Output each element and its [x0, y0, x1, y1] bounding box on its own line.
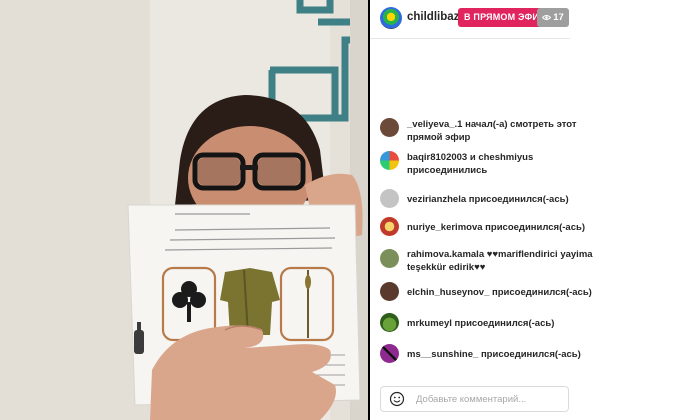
user-avatar[interactable]	[380, 282, 399, 301]
video-frame	[0, 0, 370, 420]
feed-message: присоединился(-ась)	[492, 287, 592, 298]
feed-message: присоединился(-ась)	[468, 194, 569, 205]
feed-message: присоединился(-ась)	[454, 318, 555, 329]
feed-username[interactable]: nuriye_kerimova	[407, 222, 483, 233]
live-header: childlibaze... В ПРЯМОМ ЭФИРЕ 17	[370, 0, 570, 39]
user-avatar[interactable]	[380, 151, 399, 170]
live-video-stream[interactable]	[0, 0, 370, 420]
viewer-count: 17	[553, 12, 564, 23]
viewer-count-badge[interactable]: 17	[537, 8, 569, 27]
user-avatar[interactable]	[380, 344, 399, 363]
feed-username[interactable]: ms__sunshine_	[407, 349, 478, 360]
user-avatar[interactable]	[380, 313, 399, 332]
feed-username[interactable]: rahimova.kamala	[407, 249, 484, 260]
broadcaster-avatar[interactable]	[380, 7, 402, 29]
feed-username[interactable]: _veliyeva_.1	[407, 119, 462, 130]
feed-username[interactable]: mrkumeyl	[407, 318, 452, 329]
feed-message: присоединился(-ась)	[485, 222, 585, 233]
feed-message: присоединился(-ась)	[480, 349, 581, 360]
user-avatar[interactable]	[380, 217, 399, 236]
eye-icon	[541, 14, 552, 20]
comment-input[interactable]	[414, 387, 566, 411]
user-avatar[interactable]	[380, 249, 399, 268]
feed-username[interactable]: vezirianzhela	[407, 194, 466, 205]
smiley-icon[interactable]	[389, 391, 405, 407]
comment-bar	[380, 386, 569, 412]
live-side-panel: childlibaze... В ПРЯМОМ ЭФИРЕ 17 _veliye…	[370, 0, 700, 420]
feed-username[interactable]: baqir8102003	[407, 152, 467, 163]
feed-username[interactable]: elchin_huseynov_	[407, 287, 489, 298]
user-avatar[interactable]	[380, 118, 399, 137]
user-avatar[interactable]	[380, 189, 399, 208]
